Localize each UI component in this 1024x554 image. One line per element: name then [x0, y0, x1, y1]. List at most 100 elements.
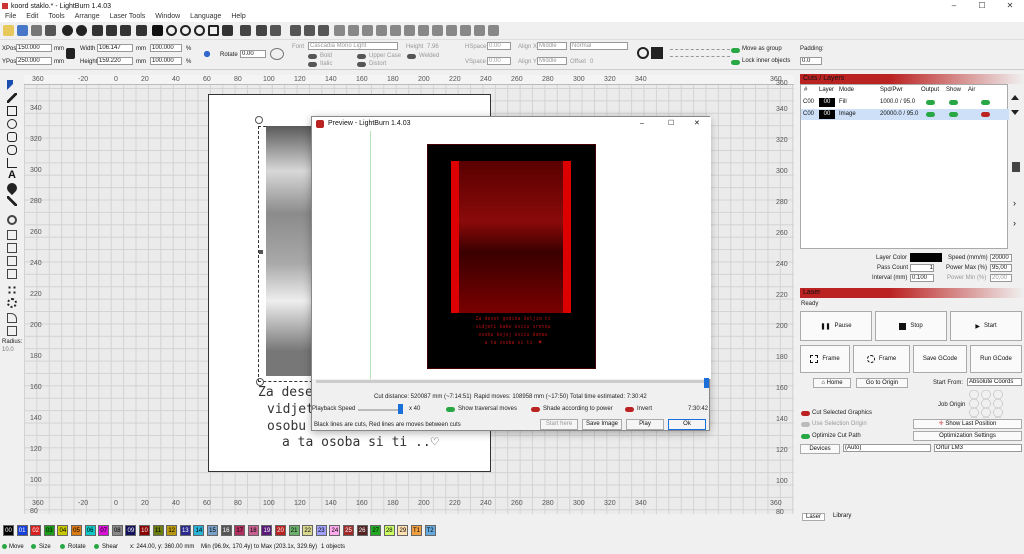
line-tool-icon[interactable]: [7, 158, 17, 168]
intersect-tool-icon[interactable]: [7, 269, 17, 279]
interval-input[interactable]: 0.100: [910, 274, 934, 282]
weld-tool-icon[interactable]: [7, 230, 17, 240]
align-tools-icon[interactable]: [670, 49, 730, 57]
palette-swatch-t1[interactable]: T1: [411, 525, 422, 536]
ypos-input[interactable]: 250.000: [16, 57, 52, 65]
edit-nodes-icon[interactable]: [7, 93, 17, 103]
tab-laser[interactable]: Laser: [802, 513, 826, 521]
distribute-icon[interactable]: [376, 25, 387, 36]
power-max-input[interactable]: 95,00: [990, 264, 1012, 272]
status-move[interactable]: Move: [9, 540, 24, 554]
save-gcode-button[interactable]: Save GCode: [913, 345, 967, 373]
welded-toggle[interactable]: [407, 54, 416, 59]
status-size[interactable]: Size: [39, 540, 51, 554]
select-tool-icon[interactable]: [7, 80, 17, 90]
position-laser-icon[interactable]: [4, 180, 20, 196]
preview-progress-handle[interactable]: [704, 378, 709, 388]
show-toggle[interactable]: [949, 100, 958, 105]
grid-array-icon[interactable]: [7, 285, 17, 295]
origin-selector[interactable]: [197, 43, 217, 65]
vspace-input[interactable]: 0.00: [487, 57, 511, 65]
zoom-selection-icon[interactable]: [208, 25, 219, 36]
palette-swatch-08[interactable]: 08: [111, 525, 123, 536]
mirror-icon[interactable]: [348, 25, 359, 36]
palette-swatch-28[interactable]: 28: [383, 525, 395, 536]
palette-swatch-27[interactable]: 27: [370, 525, 382, 536]
height-input[interactable]: 159.220: [97, 57, 133, 65]
menu-laser-tools[interactable]: Laser Tools: [105, 12, 151, 22]
width-input[interactable]: 106.147: [97, 44, 133, 52]
pan-icon[interactable]: [152, 25, 163, 36]
stop-button[interactable]: Stop: [875, 311, 947, 341]
layer-color-swatch[interactable]: [910, 253, 942, 262]
close-icon[interactable]: ✕: [996, 0, 1024, 12]
palette-swatch-29[interactable]: 29: [397, 525, 409, 536]
aligny-select[interactable]: Middle: [537, 57, 567, 65]
optimize-toggle[interactable]: [801, 434, 810, 439]
monitor-icon[interactable]: [270, 25, 281, 36]
offset-icon[interactable]: [432, 25, 443, 36]
start-button[interactable]: ▶ Start: [950, 311, 1022, 341]
chevron-right-icon[interactable]: ›: [1013, 198, 1016, 208]
save-image-button[interactable]: Save Image: [582, 419, 622, 430]
menu-language[interactable]: Language: [185, 12, 226, 22]
width-percent-input[interactable]: 100.000: [150, 44, 182, 52]
go-to-origin-button[interactable]: Go to Origin: [856, 378, 908, 388]
status-rotate[interactable]: Rotate: [68, 540, 86, 554]
trace-icon[interactable]: [474, 25, 485, 36]
offset-value[interactable]: 0: [590, 59, 593, 65]
power-min-input[interactable]: 20,00: [990, 274, 1012, 282]
palette-swatch-07[interactable]: 07: [98, 525, 110, 536]
palette-swatch-13[interactable]: 13: [179, 525, 191, 536]
palette-swatch-20[interactable]: 20: [275, 525, 286, 536]
palette-swatch-15[interactable]: 15: [207, 525, 218, 536]
machine-icon[interactable]: [651, 47, 663, 59]
palette-swatch-23[interactable]: 23: [315, 525, 327, 536]
preview-canvas[interactable]: Za deset godina željim ti vidjeti kako s…: [312, 131, 711, 379]
flip-icon[interactable]: [334, 25, 345, 36]
palette-swatch-25[interactable]: 25: [343, 525, 354, 536]
devices-button[interactable]: Devices: [800, 444, 840, 454]
open-icon[interactable]: [3, 25, 14, 36]
corner-chamfer-icon[interactable]: [7, 326, 17, 336]
text-mode-select[interactable]: Normal: [570, 42, 628, 50]
rotate-icon[interactable]: [270, 48, 284, 60]
row-mode[interactable]: Fill: [839, 97, 847, 108]
chevron-right-icon[interactable]: ›: [1013, 218, 1016, 228]
menu-arrange[interactable]: Arrange: [70, 12, 105, 22]
alignx-select[interactable]: Middle: [537, 42, 567, 50]
lock-inner-toggle[interactable]: [731, 60, 740, 65]
measure-tool-icon[interactable]: [7, 196, 17, 206]
palette-swatch-t2[interactable]: T2: [424, 525, 436, 536]
cut-selected-toggle[interactable]: [801, 411, 810, 416]
table-row[interactable]: C00 00 Fill 1000.0 / 95.0: [801, 97, 1009, 108]
air-toggle[interactable]: [981, 100, 990, 105]
copy-icon[interactable]: [92, 25, 103, 36]
circular-array-icon[interactable]: [7, 298, 17, 308]
node-icon[interactable]: [460, 25, 471, 36]
offset-tool-icon[interactable]: [7, 215, 17, 225]
ok-button[interactable]: Ok: [668, 419, 706, 430]
resize-handle[interactable]: [259, 250, 263, 254]
device-select[interactable]: Ortur LM3: [934, 444, 1022, 452]
image-icon[interactable]: [488, 25, 499, 36]
maximize-icon[interactable]: ☐: [968, 0, 996, 12]
palette-swatch-03[interactable]: 03: [43, 525, 55, 536]
air-toggle[interactable]: [981, 112, 990, 117]
job-origin-selector[interactable]: [968, 390, 1004, 418]
palette-swatch-22[interactable]: 22: [302, 525, 314, 536]
invert-toggle[interactable]: [625, 407, 634, 412]
settings-icon[interactable]: [240, 25, 251, 36]
preview-close-icon[interactable]: ✕: [694, 117, 700, 131]
palette-swatch-06[interactable]: 06: [84, 525, 96, 536]
shade-power-toggle[interactable]: [531, 407, 540, 412]
polygon-tool-icon[interactable]: [7, 132, 17, 142]
font-height-value[interactable]: 7.96: [427, 44, 439, 50]
zoom-fit-icon[interactable]: [194, 25, 205, 36]
text-tool-icon[interactable]: A: [7, 170, 17, 181]
corner-round-icon[interactable]: [7, 313, 17, 323]
font-select[interactable]: Cascadia Mono Light: [308, 42, 398, 50]
port-select[interactable]: (Auto): [843, 444, 931, 452]
xpos-input[interactable]: 150.000: [16, 44, 52, 52]
start-here-button[interactable]: Start here: [540, 419, 578, 430]
